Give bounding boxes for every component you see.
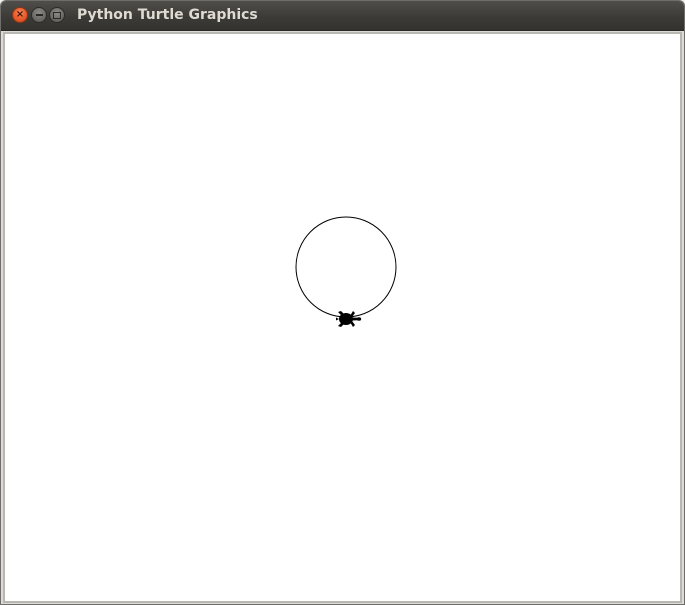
turtle-icon xyxy=(336,311,362,327)
window-title: Python Turtle Graphics xyxy=(77,7,258,23)
title-bar[interactable]: × Python Turtle Graphics xyxy=(1,1,684,31)
close-button[interactable]: × xyxy=(12,7,28,23)
minimize-icon xyxy=(35,14,43,16)
drawn-circle xyxy=(295,216,397,318)
close-icon: × xyxy=(15,9,25,20)
maximize-button[interactable] xyxy=(49,7,65,23)
minimize-button[interactable] xyxy=(31,7,47,23)
turtle-window: × Python Turtle Graphics xyxy=(0,0,685,605)
maximize-icon xyxy=(53,11,61,19)
canvas-drawing xyxy=(295,216,397,327)
turtle-canvas[interactable] xyxy=(3,32,682,603)
